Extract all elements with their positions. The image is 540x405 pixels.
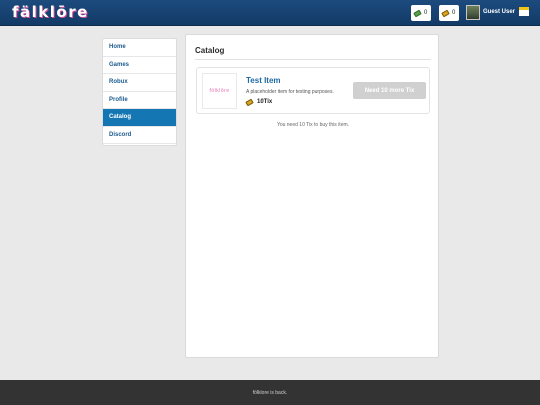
item-description: A placeholder item for testing purposes. xyxy=(246,89,334,95)
mail-icon[interactable] xyxy=(519,7,529,16)
robux-value: 0 xyxy=(424,10,428,16)
catalog-panel: Catalog fölklōre Test Item A placeholder… xyxy=(185,34,439,358)
sidebar-item-profile[interactable]: Profile xyxy=(103,92,176,109)
item-price: 10Tix xyxy=(245,98,273,106)
tix-balance[interactable]: 0 xyxy=(439,5,459,21)
item-thumbnail[interactable]: fölklōre xyxy=(202,73,237,109)
catalog-item-card: fölklōre Test Item A placeholder item fo… xyxy=(196,67,430,114)
robux-icon xyxy=(413,9,422,17)
robux-balance[interactable]: 0 xyxy=(411,5,431,21)
buy-button[interactable]: Need 10 more Tix xyxy=(353,82,426,99)
insufficient-funds-message: You need 10 Tix to buy this item. xyxy=(276,122,350,128)
sidebar-item-discord[interactable]: Discord xyxy=(103,127,176,144)
site-logo[interactable]: fälklōre xyxy=(12,3,89,21)
footer-text: fölklore is back. xyxy=(252,389,288,396)
sidebar-item-robux[interactable]: Robux xyxy=(103,74,176,92)
top-navigation-bar: fälklōre 0 0 Guest User xyxy=(0,0,540,26)
item-price-value: 10Tix xyxy=(257,99,273,105)
tix-value: 0 xyxy=(452,10,456,16)
title-divider xyxy=(195,59,431,60)
sidebar-item-catalog[interactable]: Catalog xyxy=(103,109,176,127)
tix-icon xyxy=(441,9,450,17)
username[interactable]: Guest User xyxy=(483,9,515,15)
page-title: Catalog xyxy=(195,46,225,55)
sidebar: Home Games Robux Profile Catalog Discord xyxy=(102,38,177,146)
item-thumbnail-text: fölklōre xyxy=(209,88,230,94)
footer: fölklore is back. xyxy=(0,380,540,405)
sidebar-item-games[interactable]: Games xyxy=(103,57,176,74)
sidebar-item-home[interactable]: Home xyxy=(103,39,176,57)
tix-icon xyxy=(245,98,254,106)
item-name[interactable]: Test Item xyxy=(246,76,281,85)
avatar[interactable] xyxy=(466,5,480,20)
